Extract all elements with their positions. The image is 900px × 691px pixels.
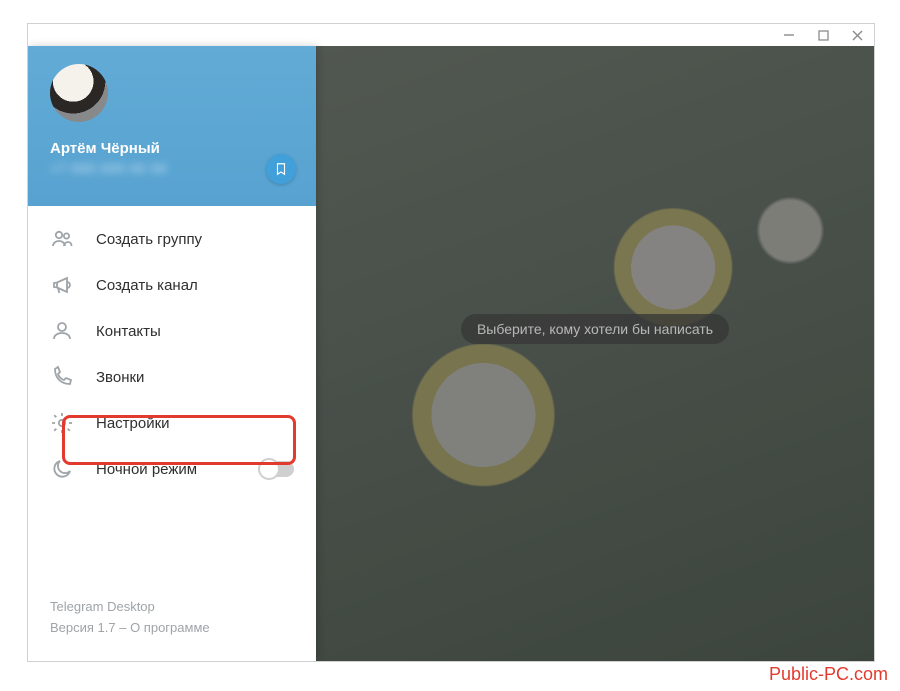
- menu-item-night-mode[interactable]: Ночной режим: [28, 446, 316, 492]
- titlebar: [28, 24, 874, 46]
- watermark: Public-PC.com: [769, 664, 888, 685]
- moon-icon: [50, 457, 74, 481]
- footer-app-name: Telegram Desktop: [50, 597, 294, 618]
- main-overlay: [316, 46, 874, 661]
- menu-label: Создать канал: [96, 277, 294, 294]
- contact-icon: [50, 319, 74, 343]
- menu-item-calls[interactable]: Звонки: [28, 354, 316, 400]
- megaphone-icon: [50, 273, 74, 297]
- menu-item-contacts[interactable]: Контакты: [28, 308, 316, 354]
- empty-state-text: Выберите, кому хотели бы написать: [461, 314, 729, 344]
- phone-number: +7 000 000 00 00: [50, 161, 294, 176]
- window-close-button[interactable]: [846, 24, 868, 46]
- night-mode-toggle[interactable]: [260, 461, 294, 477]
- menu-label: Ночной режим: [96, 461, 238, 478]
- menu-label: Звонки: [96, 369, 294, 386]
- menu-item-settings[interactable]: Настройки: [28, 400, 316, 446]
- footer-about-link[interactable]: О программе: [130, 620, 210, 635]
- username: Артём Чёрный: [50, 140, 294, 157]
- menu-item-create-group[interactable]: Создать группу: [28, 216, 316, 262]
- menu-label: Создать группу: [96, 231, 294, 248]
- window-minimize-button[interactable]: [778, 24, 800, 46]
- content: Артём Чёрный +7 000 000 00 00 Создать гр…: [28, 46, 874, 661]
- avatar[interactable]: [50, 64, 108, 122]
- footer: Telegram Desktop Версия 1.7 – О программ…: [28, 597, 316, 661]
- saved-messages-button[interactable]: [266, 154, 296, 184]
- gear-icon: [50, 411, 74, 435]
- main-background: Выберите, кому хотели бы написать: [316, 46, 874, 661]
- footer-version: Версия 1.7 –: [50, 620, 130, 635]
- app-window: Артём Чёрный +7 000 000 00 00 Создать гр…: [27, 23, 875, 662]
- phone-icon: [50, 365, 74, 389]
- menu: Создать группу Создать канал Контакты: [28, 206, 316, 502]
- sidebar: Артём Чёрный +7 000 000 00 00 Создать гр…: [28, 46, 316, 661]
- profile-header: Артём Чёрный +7 000 000 00 00: [28, 46, 316, 206]
- footer-version-line: Версия 1.7 – О программе: [50, 618, 294, 639]
- menu-item-create-channel[interactable]: Создать канал: [28, 262, 316, 308]
- group-icon: [50, 227, 74, 251]
- bookmark-icon: [274, 162, 288, 176]
- menu-label: Контакты: [96, 323, 294, 340]
- window-maximize-button[interactable]: [812, 24, 834, 46]
- menu-label: Настройки: [96, 415, 294, 432]
